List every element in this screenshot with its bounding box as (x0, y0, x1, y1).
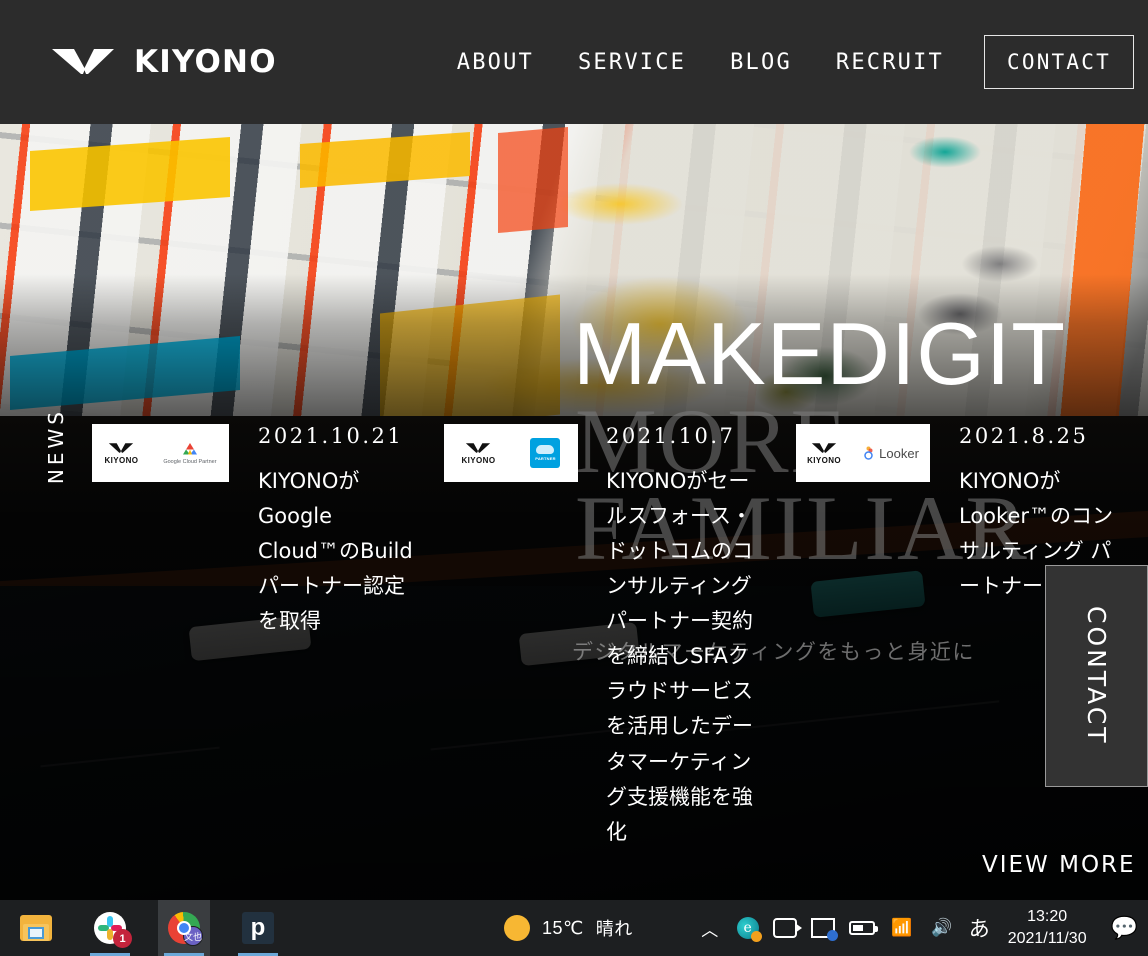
news-date: 2021.8.25 (959, 424, 1089, 448)
folder-icon (20, 915, 52, 941)
photo-color-block (380, 294, 560, 434)
taskbar-app-list: 1 文也 p (0, 900, 284, 956)
photo-color-block (10, 335, 240, 411)
nav-item-about[interactable]: ABOUT (435, 50, 556, 75)
chrome-profile-avatar: 文也 (183, 926, 203, 946)
contact-side-tab-label: CONTACT (1082, 606, 1111, 746)
thumb-partner-text: PARTNER (535, 456, 556, 461)
news-item[interactable]: KIYONO Google Cloud Partner 2021.10.21 K… (92, 424, 444, 633)
photo-color-block (30, 137, 230, 211)
taskbar-slack[interactable]: 1 (84, 900, 136, 956)
clock-time: 13:20 (1027, 908, 1068, 926)
thumb-partner-text: Looker (879, 445, 919, 461)
salesforce-badge-icon: PARTNER (530, 438, 561, 468)
edge-icon[interactable]: e (736, 917, 762, 942)
taskbar-weather-widget[interactable]: 15℃ 晴れ (504, 915, 633, 941)
news-list: KIYONO Google Cloud Partner 2021.10.21 K… (92, 424, 1148, 844)
news-section-label: NEWS (44, 408, 68, 485)
camera-icon[interactable] (772, 918, 802, 938)
news-title[interactable]: KIYONOがGoogle Cloud™のBuildパートナー認定を取得 (258, 464, 418, 639)
site-logo[interactable]: KIYONO (52, 44, 277, 80)
looker-icon (864, 446, 873, 460)
kiyono-logo-thumb: KIYONO (104, 442, 138, 465)
battery-icon[interactable] (848, 921, 878, 935)
nav-item-recruit[interactable]: RECRUIT (814, 50, 966, 75)
salesforce-partner-thumb: PARTNER (530, 438, 561, 468)
slack-notification-badge: 1 (113, 929, 132, 948)
hero-headline: MAKEDIGIT (573, 304, 1067, 403)
ime-mode-icon[interactable]: あ (969, 913, 990, 943)
sync-icon[interactable] (810, 918, 838, 941)
news-thumbnail: KIYONO Looker (796, 424, 930, 482)
site-logo-text: KIYONO (134, 44, 277, 80)
kiyono-logo-thumb: KIYONO (462, 442, 496, 465)
system-tray: ︿ e 📶 🔊 あ 13:20 2021/11/30 💬 (697, 906, 1148, 949)
p-app-icon: p (242, 912, 274, 944)
taskbar-clock[interactable]: 13:20 2021/11/30 (1008, 906, 1087, 949)
thumb-brand-text: KIYONO (104, 455, 139, 465)
google-cloud-icon (182, 442, 197, 455)
taskbar-p-app[interactable]: p (232, 900, 284, 956)
news-item[interactable]: KIYONO Looker 2021.8.25 KIYONOがLooker™のコ… (796, 424, 1148, 598)
news-date: 2021.10.21 (258, 424, 404, 448)
website-viewport: MORE FAMILIAR デジタルマーケティングをもっと身近に MAKEDIG… (0, 0, 1148, 900)
news-text: 2021.10.21 KIYONOがGoogle Cloud™のBuildパート… (258, 424, 418, 639)
kiyono-chevron-icon (109, 442, 134, 453)
chevron-up-icon[interactable]: ︿ (697, 915, 723, 941)
news-date: 2021.10.7 (606, 424, 736, 448)
kiyono-chevron-icon (811, 442, 837, 453)
nav-contact-button[interactable]: CONTACT (984, 35, 1134, 89)
main-navigation: ABOUT SERVICE BLOG RECRUIT CONTACT (435, 35, 1134, 89)
thumb-partner-text: Google Cloud Partner (163, 458, 217, 465)
thumb-brand-text: KIYONO (807, 455, 842, 465)
news-thumbnail: KIYONO PARTNER (444, 424, 578, 482)
salesforce-cloud-icon (536, 445, 555, 454)
photo-color-block (498, 126, 568, 234)
thumb-brand-text: KIYONO (461, 455, 496, 465)
looker-logo-thumb: Looker (863, 445, 919, 461)
weather-temperature: 15℃ (542, 917, 584, 938)
news-title[interactable]: KIYONOがセールスフォース・ドットコムのコンサルティングパートナー契約を締結… (606, 464, 766, 850)
taskbar-chrome[interactable]: 文也 (158, 900, 210, 956)
nav-item-blog[interactable]: BLOG (708, 50, 814, 75)
news-text: 2021.10.7 KIYONOがセールスフォース・ドットコムのコンサルティング… (606, 424, 766, 850)
news-view-more-link[interactable]: VIEW MORE (982, 852, 1136, 878)
notifications-icon[interactable]: 💬 (1111, 915, 1138, 941)
chrome-icon: 文也 (168, 912, 203, 946)
site-header: KIYONO ABOUT SERVICE BLOG RECRUIT CONTAC… (0, 0, 1148, 124)
contact-side-tab[interactable]: CONTACT (1045, 565, 1148, 787)
kiyono-chevron-icon (466, 442, 491, 453)
sun-icon (504, 915, 530, 941)
windows-taskbar: 1 文也 p 15℃ 晴れ ︿ e 📶 🔊 あ 13:20 2021/11/30… (0, 900, 1148, 956)
google-cloud-partner-thumb: Google Cloud Partner (163, 441, 217, 466)
volume-icon[interactable]: 🔊 (929, 915, 955, 941)
taskbar-file-explorer[interactable] (10, 900, 62, 956)
kiyono-logo-thumb: KIYONO (807, 442, 841, 465)
news-item[interactable]: KIYONO PARTNER 2021.10.7 KIYONOがセールスフォース… (444, 424, 796, 844)
wifi-icon[interactable]: 📶 (889, 915, 915, 941)
clock-date: 2021/11/30 (1007, 930, 1087, 947)
browser-page-screenshot: MORE FAMILIAR デジタルマーケティングをもっと身近に MAKEDIG… (0, 0, 1148, 956)
weather-condition: 晴れ (595, 919, 633, 939)
kiyono-chevron-icon (52, 49, 114, 74)
nav-item-service[interactable]: SERVICE (556, 50, 708, 75)
news-thumbnail: KIYONO Google Cloud Partner (92, 424, 229, 482)
photo-color-block (300, 132, 470, 188)
